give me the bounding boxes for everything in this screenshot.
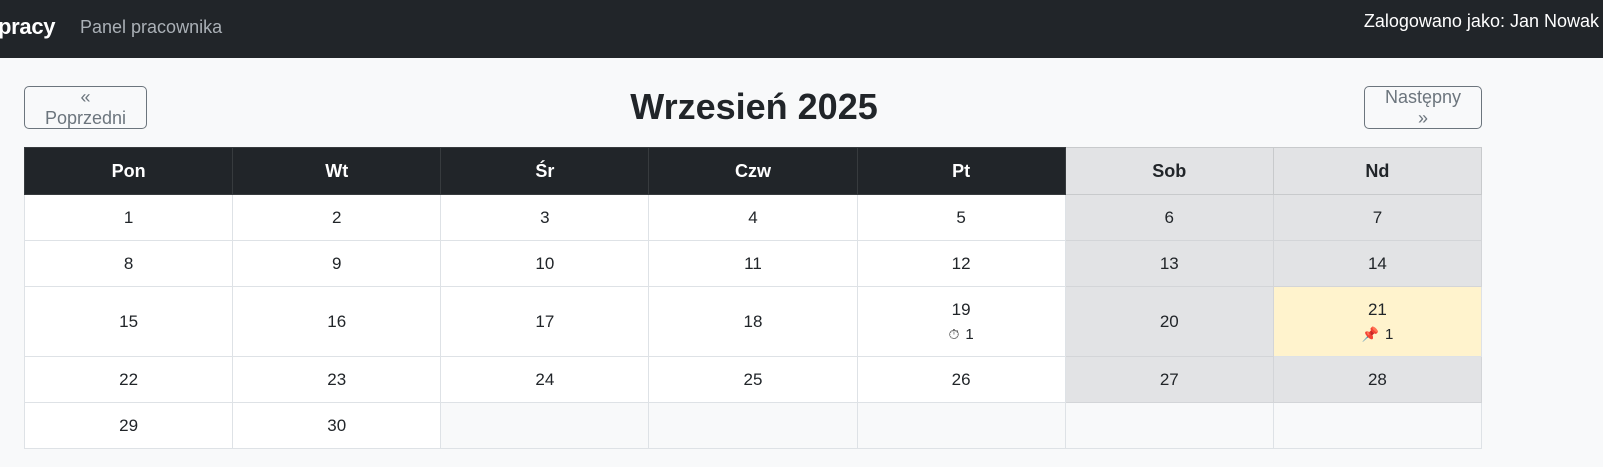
day-number: 7: [1372, 207, 1383, 227]
nav-link-employee-panel[interactable]: Panel pracownika: [80, 17, 222, 38]
calendar-day-cell[interactable]: 27: [1064, 356, 1274, 403]
calendar-day-cell[interactable]: 6: [1064, 194, 1274, 241]
calendar-day-cell[interactable]: 7: [1272, 194, 1483, 241]
badge-count: 1: [965, 325, 974, 343]
day-number: 12: [951, 253, 971, 273]
weekday-monday: Pon: [23, 147, 234, 195]
weekday-header-row: Pon Wt Śr Czw Pt Sob Nd: [23, 147, 1483, 195]
calendar-day-cell[interactable]: 12: [856, 240, 1066, 287]
calendar-day-cell[interactable]: 28: [1272, 356, 1483, 403]
calendar-day-cell[interactable]: 19 ⏱ 1: [856, 286, 1066, 357]
day-number: 4: [748, 207, 758, 227]
calendar-day-cell[interactable]: 26: [856, 356, 1066, 403]
calendar-week-row: 29 30: [23, 402, 1483, 449]
calendar-week-row: 1 2 3 4 5 6 7: [23, 194, 1483, 241]
calendar-day-cell[interactable]: 30: [232, 402, 442, 449]
calendar-day-cell[interactable]: 20: [1064, 286, 1274, 357]
day-number: 15: [119, 311, 139, 331]
badge-count: 1: [1384, 325, 1394, 343]
day-number: 26: [951, 369, 971, 389]
calendar-day-cell[interactable]: 1: [23, 194, 234, 241]
day-number: 27: [1159, 369, 1179, 389]
calendar-day-cell[interactable]: 8: [23, 240, 234, 287]
day-number: 25: [743, 369, 763, 389]
day-number: 8: [123, 253, 134, 273]
weekday-friday: Pt: [856, 147, 1066, 195]
day-number: 5: [956, 207, 966, 227]
calendar-day-cell[interactable]: 17: [440, 286, 650, 357]
calendar-day-cell[interactable]: 24: [440, 356, 650, 403]
next-month-button[interactable]: Następny »: [1364, 86, 1482, 129]
calendar-day-cell[interactable]: 29: [23, 402, 234, 449]
calendar-week-row: 22 23 24 25 26 27 28: [23, 356, 1483, 403]
day-number: 20: [1159, 311, 1179, 331]
day-number: 13: [1159, 253, 1179, 273]
calendar-week-row: 8 9 10 11 12 13 14: [23, 240, 1483, 287]
weekday-thursday: Czw: [648, 147, 858, 195]
calendar-day-cell[interactable]: 4: [648, 194, 858, 241]
calendar-day-cell[interactable]: 25: [648, 356, 858, 403]
calendar-day-cell[interactable]: 16: [232, 286, 442, 357]
day-number: 10: [535, 253, 555, 273]
calendar-day-cell[interactable]: 22: [23, 356, 234, 403]
calendar-day-cell[interactable]: 9: [232, 240, 442, 287]
calendar-empty-cell: [1064, 402, 1274, 449]
month-title: Wrzesień 2025: [630, 86, 878, 127]
day-entry-badge: ⏱ 1: [858, 325, 1065, 344]
logged-in-user: Zalogowano jako: Jan Nowak: [1363, 11, 1599, 31]
calendar-day-cell[interactable]: 14: [1272, 240, 1483, 287]
weekday-saturday: Sob: [1064, 147, 1274, 195]
calendar-day-cell[interactable]: 5: [856, 194, 1066, 241]
calendar-body: 1 2 3 4 5 6 7 8 9 10 11 12 13 14 15 16 17 18 19 ⏱ 1 20 21 📌 1 22 2…: [23, 194, 1483, 449]
day-number: 22: [119, 369, 139, 389]
day-entry-badge: 📌 1: [1274, 325, 1481, 344]
calendar-grid: Pon Wt Śr Czw Pt Sob Nd 1 2 3 4 5 6 7 8 9 10 11 12 1…: [23, 147, 1483, 449]
day-number: 24: [535, 369, 555, 389]
calendar-day-cell[interactable]: 11: [648, 240, 858, 287]
weekday-sunday: Nd: [1272, 147, 1483, 195]
calendar-day-cell[interactable]: 3: [440, 194, 650, 241]
calendar-day-cell[interactable]: 10: [440, 240, 650, 287]
calendar-day-cell[interactable]: 15: [23, 286, 234, 357]
calendar-empty-cell: [1272, 402, 1483, 449]
day-number: 2: [331, 207, 342, 227]
stopwatch-icon: ⏱: [948, 325, 960, 342]
pushpin-icon: 📌: [1361, 325, 1379, 342]
day-number: 6: [1164, 207, 1174, 227]
calendar-day-cell[interactable]: 2: [232, 194, 442, 241]
calendar-week-row: 15 16 17 18 19 ⏱ 1 20 21 📌 1: [23, 286, 1483, 357]
day-number: 11: [744, 253, 762, 273]
day-number: 19: [951, 299, 971, 319]
calendar-day-cell[interactable]: 13: [1064, 240, 1274, 287]
day-number: 29: [119, 415, 139, 435]
weekday-wednesday: Śr: [440, 147, 650, 195]
day-number: 30: [327, 415, 347, 435]
calendar-empty-cell: [648, 402, 858, 449]
calendar-day-cell[interactable]: 21 📌 1: [1272, 286, 1483, 357]
day-number: 28: [1367, 369, 1387, 389]
day-number: 3: [540, 207, 550, 227]
weekday-tuesday: Wt: [232, 147, 442, 195]
day-number: 23: [327, 369, 347, 389]
top-navbar: pracy Panel pracownika Zalogowano jako: …: [0, 0, 1603, 58]
day-number: 14: [1367, 253, 1387, 273]
calendar-day-cell[interactable]: 23: [232, 356, 442, 403]
calendar-empty-cell: [440, 402, 650, 449]
day-number: 1: [123, 207, 134, 227]
calendar-empty-cell: [856, 402, 1066, 449]
calendar-day-cell[interactable]: 18: [648, 286, 858, 357]
day-number: 17: [535, 311, 555, 331]
day-number: 18: [743, 311, 763, 331]
brand-logo[interactable]: pracy: [0, 14, 56, 40]
day-number: 16: [327, 311, 347, 331]
day-number: 21: [1367, 299, 1387, 319]
day-number: 9: [331, 253, 342, 273]
